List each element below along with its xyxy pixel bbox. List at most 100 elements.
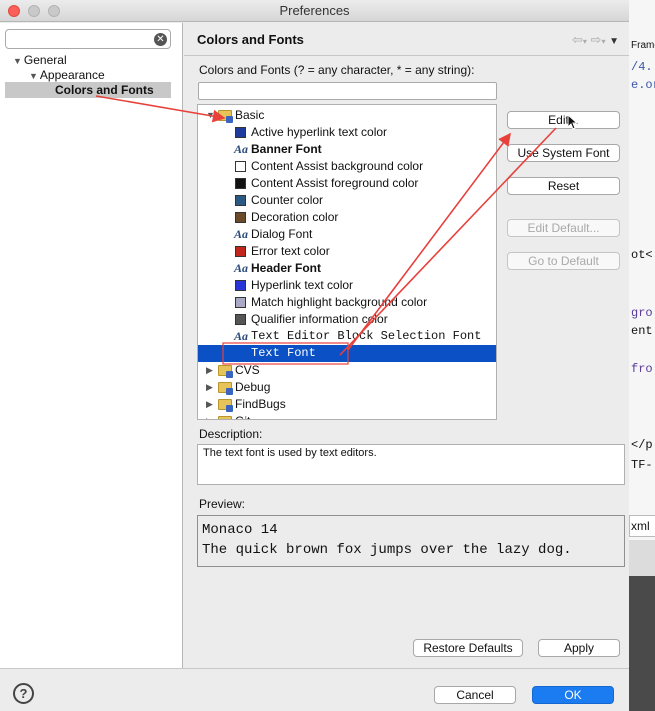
tree-category[interactable]: ▶ Git — [198, 413, 496, 419]
tree-font-item[interactable]: Aa Banner Font — [198, 141, 496, 158]
nav-item-label: Colors and Fonts — [55, 83, 154, 97]
back-arrow-icon[interactable]: ⇦ — [572, 32, 583, 47]
tree-font-item[interactable]: Aa Header Font — [198, 260, 496, 277]
color-swatch-icon — [235, 178, 246, 189]
ok-button[interactable]: OK — [532, 686, 614, 704]
tree-item-label: Qualifier information color — [251, 312, 388, 326]
font-icon: Aa — [234, 261, 249, 275]
background-console — [629, 576, 655, 711]
background-code-line: ent — [631, 324, 653, 338]
minimize-window-button[interactable] — [28, 5, 40, 17]
edit-default-button[interactable]: Edit Default... — [507, 219, 620, 237]
go-to-default-button[interactable]: Go to Default — [507, 252, 620, 270]
expanded-triangle-icon[interactable]: ▼ — [13, 56, 22, 66]
cancel-button[interactable]: Cancel — [434, 686, 516, 704]
nav-item-appearance[interactable]: ▼ Appearance — [29, 68, 105, 82]
nav-item-label: General — [23, 53, 67, 67]
tree-category-basic[interactable]: ▼ Basic — [198, 107, 496, 124]
page-title: Colors and Fonts — [197, 32, 304, 47]
help-button[interactable]: ? — [13, 683, 34, 704]
clear-filter-icon[interactable]: ✕ — [154, 33, 167, 46]
tree-color-item[interactable]: Content Assist background color — [198, 158, 496, 175]
font-preview: Monaco 14 The quick brown fox jumps over… — [197, 515, 625, 567]
description-label: Description: — [199, 427, 263, 441]
back-dropdown-icon[interactable]: ▾ — [583, 37, 587, 46]
title-bar[interactable]: Preferences — [0, 0, 629, 22]
reset-button[interactable]: Reset — [507, 177, 620, 195]
background-editor-tab[interactable]: xml — [629, 515, 655, 537]
tree-color-item[interactable]: Counter color — [198, 192, 496, 209]
forward-dropdown-icon[interactable]: ▾ — [601, 37, 605, 46]
tree-font-item[interactable]: Text Font — [198, 345, 496, 362]
font-icon: Aa — [234, 142, 249, 156]
color-swatch-icon — [235, 297, 246, 308]
background-code-line: /4. — [631, 60, 653, 74]
apply-button[interactable]: Apply — [538, 639, 620, 657]
background-panel — [629, 540, 655, 576]
tree-font-item[interactable]: Aa Text Editor Block Selection Font — [198, 328, 496, 345]
expanded-triangle-icon[interactable]: ▼ — [206, 107, 215, 124]
colors-fonts-filter-input[interactable] — [198, 82, 497, 100]
background-code-line: ot< — [631, 248, 653, 262]
preferences-filter-input[interactable]: ✕ — [5, 29, 171, 49]
tree-font-item[interactable]: Aa Dialog Font — [198, 226, 496, 243]
zoom-window-button[interactable] — [48, 5, 60, 17]
tree-item-label: Header Font — [251, 261, 322, 275]
tree-category[interactable]: ▶ CVS — [198, 362, 496, 379]
collapsed-triangle-icon[interactable]: ▶ — [206, 413, 213, 419]
tree-category-label: Basic — [235, 108, 265, 122]
tree-item-label: Text Editor Block Selection Font — [251, 329, 482, 343]
forward-arrow-icon[interactable]: ⇨ — [591, 32, 602, 47]
tree-color-item[interactable]: Decoration color — [198, 209, 496, 226]
font-icon: Aa — [234, 329, 249, 343]
tree-color-item[interactable]: Hyperlink text color — [198, 277, 496, 294]
tree-color-item[interactable]: Match highlight background color — [198, 294, 496, 311]
window-title: Preferences — [279, 3, 350, 18]
tree-category-label: CVS — [235, 363, 260, 377]
color-swatch-icon — [235, 280, 246, 291]
tree-category[interactable]: ▶ Debug — [198, 379, 496, 396]
tree-item-label: Error text color — [251, 244, 330, 258]
background-code-line: e.or — [631, 78, 655, 92]
tree-category-label: Git — [235, 413, 250, 419]
page-header: Colors and Fonts ⇦▾ ⇨▾ ▼ — [184, 23, 629, 56]
tree-category-label: FindBugs — [235, 397, 286, 411]
folder-icon — [218, 416, 232, 419]
tree-color-item[interactable]: Qualifier information color — [198, 311, 496, 328]
collapsed-triangle-icon[interactable]: ▶ — [206, 396, 213, 413]
background-code-line: gro — [631, 306, 653, 320]
background-editor-tab-title: Frame — [631, 40, 655, 51]
color-swatch-icon — [235, 314, 246, 325]
preview-font-name: Monaco 14 — [202, 522, 278, 538]
tree-item-label: Banner Font — [251, 142, 322, 156]
nav-item-general[interactable]: ▼ General — [13, 53, 67, 67]
restore-defaults-button[interactable]: Restore Defaults — [413, 639, 523, 657]
use-system-font-button[interactable]: Use System Font — [507, 144, 620, 162]
preview-label: Preview: — [199, 497, 246, 511]
tree-category-label: Debug — [235, 380, 271, 394]
folder-icon — [218, 365, 233, 378]
font-icon: Aa — [234, 227, 249, 241]
tree-color-item[interactable]: Active hyperlink text color — [198, 124, 496, 141]
nav-item-colors-and-fonts[interactable]: Colors and Fonts — [5, 82, 171, 98]
preferences-nav-pane: ✕ ▼ General ▼ Appearance Colors and Fonts — [0, 23, 183, 668]
colors-fonts-tree[interactable]: ▼ Basic Active hyperlink text color Aa Ban… — [197, 104, 497, 420]
background-code-line: TF- — [631, 458, 653, 472]
folder-icon — [218, 110, 233, 123]
close-window-button[interactable] — [8, 5, 20, 17]
background-code-line: </p — [631, 438, 653, 452]
tree-item-label: Decoration color — [251, 210, 339, 224]
tree-item-label: Active hyperlink text color — [251, 125, 388, 139]
tree-color-item[interactable]: Content Assist foreground color — [198, 175, 496, 192]
expanded-triangle-icon[interactable]: ▼ — [29, 71, 38, 81]
collapsed-triangle-icon[interactable]: ▶ — [206, 362, 213, 379]
tree-item-label: Dialog Font — [251, 227, 313, 241]
view-menu-icon[interactable]: ▼ — [609, 36, 619, 47]
tree-category[interactable]: ▶ FindBugs — [198, 396, 496, 413]
edit-button[interactable]: Edit... — [507, 111, 620, 129]
background-editor: Frame /4. e.or ot< gro ent fro </p TF- x… — [628, 0, 655, 711]
tree-item-label: Hyperlink text color — [251, 278, 354, 292]
tree-color-item[interactable]: Error text color — [198, 243, 496, 260]
folder-icon — [218, 382, 233, 395]
collapsed-triangle-icon[interactable]: ▶ — [206, 379, 213, 396]
